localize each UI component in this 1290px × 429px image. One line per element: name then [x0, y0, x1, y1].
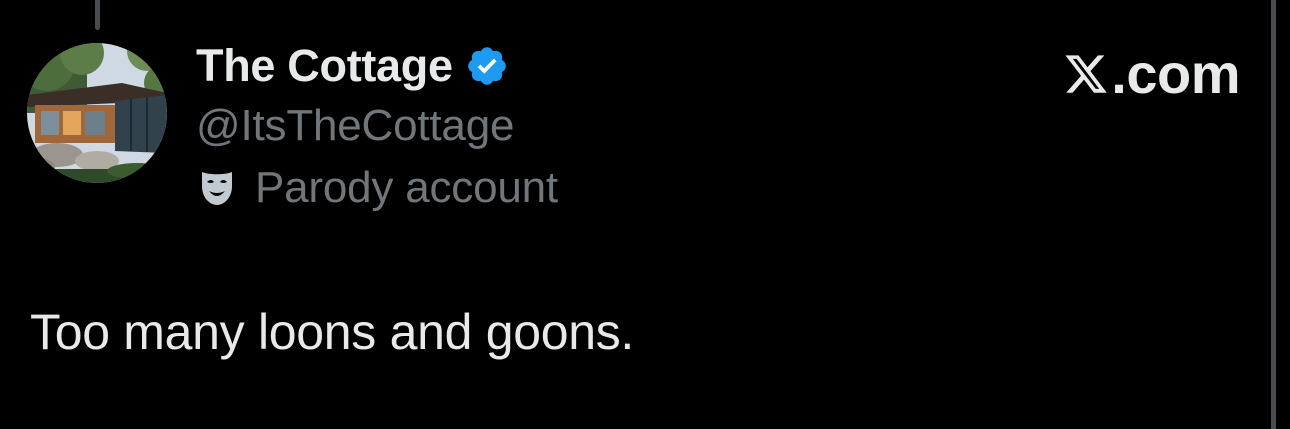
brand-watermark: .com: [1063, 42, 1240, 106]
parody-account-label: Parody account: [255, 163, 558, 212]
author-display-name[interactable]: The Cottage: [196, 38, 453, 94]
avatar-cottage-image: [27, 43, 167, 183]
post-header: The Cottage @ItsTheCottage Parody accoun…: [196, 38, 558, 218]
column-divider: [1271, 0, 1276, 429]
verified-badge-icon: [465, 44, 509, 88]
thread-connector-line: [95, 0, 100, 30]
parody-label-row: Parody account: [196, 158, 558, 218]
avatar[interactable]: [27, 43, 167, 183]
author-name-row: The Cottage: [196, 38, 558, 94]
theater-mask-icon: [197, 168, 237, 208]
x-logo-icon: [1063, 51, 1109, 97]
author-handle[interactable]: @ItsTheCottage: [196, 96, 558, 156]
post-text: Too many loons and goons.: [30, 304, 635, 360]
brand-domain-text: .com: [1111, 42, 1240, 105]
